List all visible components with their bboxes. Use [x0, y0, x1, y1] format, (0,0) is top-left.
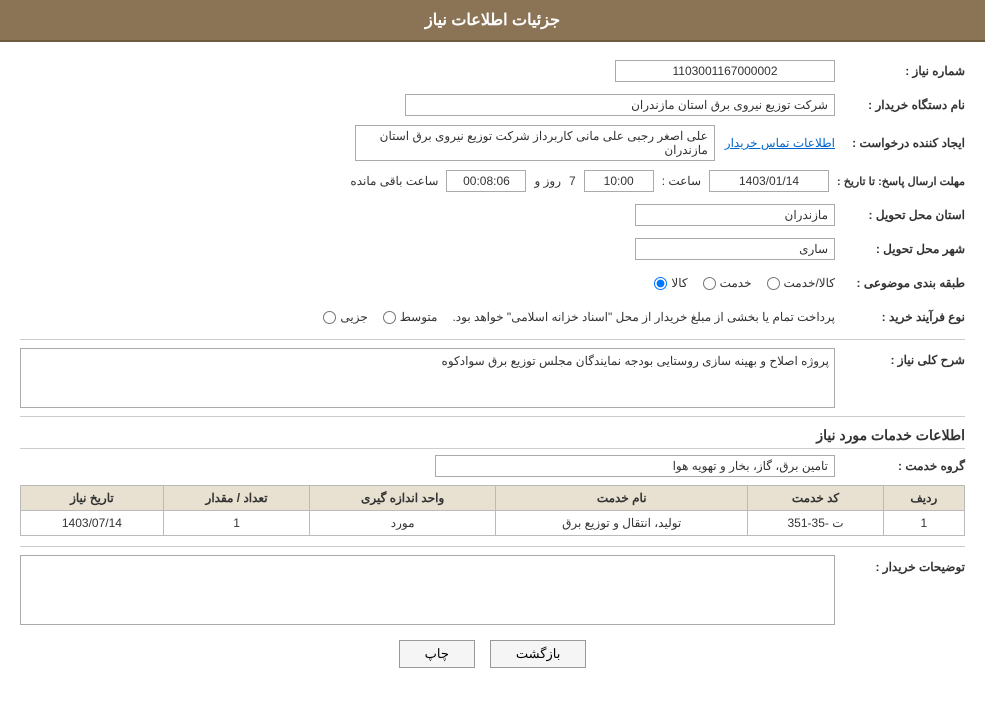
ejad-konande-label: ایجاد کننده درخواست :	[835, 136, 965, 150]
cell-tedad: 1	[163, 511, 309, 536]
page-title: جزئیات اطلاعات نیاز	[425, 12, 560, 29]
ostan-value: مازندران	[635, 204, 835, 226]
tabaghe-label: طبقه بندی موضوعی :	[835, 276, 965, 290]
saat-label: ساعت :	[662, 174, 701, 188]
grouh-row: گروه خدمت : تامین برق، گاز، بخار و تهویه…	[20, 455, 965, 477]
col-kod: کد خدمت	[748, 486, 883, 511]
radio-kala[interactable]: کالا	[654, 276, 687, 290]
col-nam: نام خدمت	[496, 486, 748, 511]
radio-jozei[interactable]: جزیی	[323, 310, 367, 324]
noe-faravand-label: نوع فرآیند خرید :	[835, 310, 965, 324]
rooz-label: روز و	[534, 174, 561, 188]
khadamat-label: خدمت	[720, 276, 752, 290]
motavaset-label: متوسط	[400, 310, 438, 324]
table-row: 1ت -35-351تولید، انتقال و توزیع برقمورد1…	[21, 511, 965, 536]
ostan-row: استان محل تحویل : مازندران	[20, 201, 965, 229]
cell-nam: تولید، انتقال و توزیع برق	[496, 511, 748, 536]
ejad-konande-value: علی اصغر رجبی علی مانی کاربرداز شرکت توز…	[355, 125, 715, 161]
baghimande-label: ساعت باقی مانده	[350, 174, 438, 188]
mohlet-ersal-row: مهلت ارسال پاسخ: تا تاریخ : 1403/01/14 س…	[20, 167, 965, 195]
sharh-row: شرح کلی نیاز : پروژه اصلاح و بهینه سازی …	[20, 348, 965, 408]
grouh-value: تامین برق، گاز، بخار و تهویه هوا	[435, 455, 835, 477]
nam-dastgah-value: شرکت توزیع نیروی برق استان مازندران	[405, 94, 835, 116]
back-button[interactable]: بازگشت	[490, 640, 586, 668]
bottom-buttons: بازگشت چاپ	[20, 640, 965, 688]
col-radif: ردیف	[883, 486, 964, 511]
services-table: ردیف کد خدمت نام خدمت واحد اندازه گیری ت…	[20, 485, 965, 536]
ostan-label: استان محل تحویل :	[835, 208, 965, 222]
saat-value: 10:00	[584, 170, 654, 192]
page-header: جزئیات اطلاعات نیاز	[0, 0, 985, 42]
sharh-value: پروژه اصلاح و بهینه سازی روستایی بودجه ن…	[20, 348, 835, 408]
rooz-value: 7	[569, 174, 576, 188]
khadamat-section-title: اطلاعات خدمات مورد نیاز	[20, 427, 965, 449]
radio-khadamat[interactable]: خدمت	[703, 276, 752, 290]
noe-notice: پرداخت تمام یا بخشی از مبلغ خریدار از مح…	[452, 310, 835, 324]
tosih-label: توضیحات خریدار :	[835, 555, 965, 574]
ejad-konande-link[interactable]: اطلاعات تماس خریدار	[725, 136, 835, 150]
nam-dastgah-label: نام دستگاه خریدار :	[835, 98, 965, 112]
tosih-row: توضیحات خریدار :	[20, 555, 965, 625]
ejad-konande-row: ایجاد کننده درخواست : اطلاعات تماس خریدا…	[20, 125, 965, 161]
tosih-textarea[interactable]	[20, 555, 835, 625]
shomare-niaz-value: 1103001167000002	[615, 60, 835, 82]
col-vahed: واحد اندازه گیری	[310, 486, 496, 511]
sharh-label: شرح کلی نیاز :	[835, 348, 965, 367]
shahr-row: شهر محل تحویل : ساری	[20, 235, 965, 263]
cell-vahed: مورد	[310, 511, 496, 536]
kala-label: کالا	[671, 276, 687, 290]
cell-radif: 1	[883, 511, 964, 536]
shahr-value: ساری	[635, 238, 835, 260]
radio-kala-khadamat[interactable]: کالا/خدمت	[767, 276, 835, 290]
tarikh-value: 1403/01/14	[709, 170, 829, 192]
noe-faravand-row: نوع فرآیند خرید : پرداخت تمام یا بخشی از…	[20, 303, 965, 331]
kala-khadamat-label: کالا/خدمت	[784, 276, 835, 290]
shomare-niaz-label: شماره نیاز :	[835, 64, 965, 78]
jozei-label: جزیی	[340, 310, 367, 324]
print-button[interactable]: چاپ	[399, 640, 475, 668]
tabaghe-row: طبقه بندی موضوعی : کالا/خدمت خدمت کالا	[20, 269, 965, 297]
col-tedad: تعداد / مقدار	[163, 486, 309, 511]
col-tarikh: تاریخ نیاز	[21, 486, 164, 511]
grouh-label: گروه خدمت :	[835, 459, 965, 473]
radio-motavaset[interactable]: متوسط	[383, 310, 438, 324]
cell-kod: ت -35-351	[748, 511, 883, 536]
cell-tarikh: 1403/07/14	[21, 511, 164, 536]
nam-dastgah-row: نام دستگاه خریدار : شرکت توزیع نیروی برق…	[20, 91, 965, 119]
mohlet-ersal-label: مهلت ارسال پاسخ: تا تاریخ :	[829, 175, 965, 188]
shahr-label: شهر محل تحویل :	[835, 242, 965, 256]
baghimande-value: 00:08:06	[446, 170, 526, 192]
shomare-niaz-row: شماره نیاز : 1103001167000002	[20, 57, 965, 85]
